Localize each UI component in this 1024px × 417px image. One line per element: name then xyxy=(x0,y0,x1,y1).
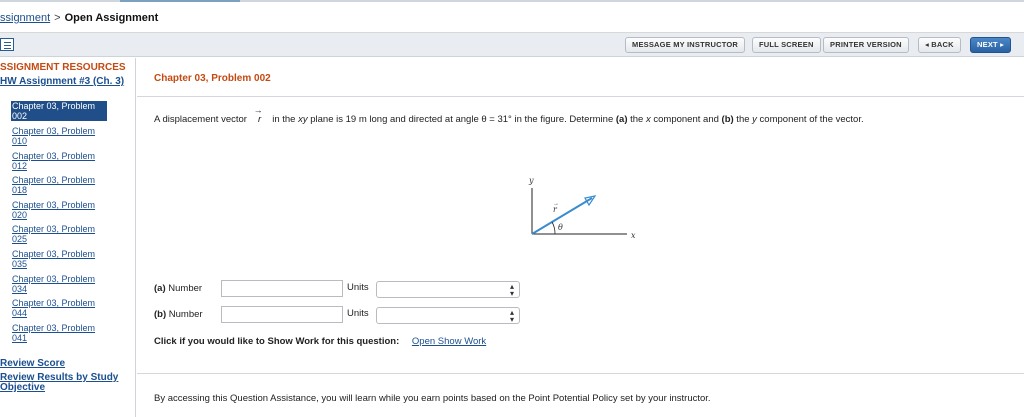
vector-r-symbol: → r xyxy=(253,105,263,125)
question-assistance-text: By accessing this Question Assistance, y… xyxy=(154,393,711,404)
answer-b-number-input[interactable] xyxy=(221,306,343,323)
problem-link-012[interactable]: Chapter 03, Problem 012 xyxy=(12,151,108,171)
assignment-link[interactable]: HW Assignment #3 (Ch. 3) xyxy=(0,77,134,87)
title-divider xyxy=(137,96,1024,97)
full-screen-button[interactable]: FULL SCREEN xyxy=(752,37,821,53)
figure-y-label: y xyxy=(528,176,534,185)
review-results-link[interactable]: Review Results by Study Objective xyxy=(0,373,134,393)
answer-b-label: (b) Number xyxy=(154,309,203,320)
answer-a-label: (a) Number xyxy=(154,283,203,294)
breadcrumb-assignment-link[interactable]: ssignment xyxy=(0,12,50,24)
show-work-prompt: Click if you would like to Show Work for… xyxy=(154,336,400,347)
assignment-toolbar: MESSAGE MY INSTRUCTOR FULL SCREEN PRINTE… xyxy=(0,33,1024,57)
problem-link-002[interactable]: Chapter 03, Problem 002 xyxy=(11,101,107,121)
assignment-resources-sidebar: SSIGNMENT RESOURCES HW Assignment #3 (Ch… xyxy=(0,58,136,417)
breadcrumb: ssignment > Open Assignment xyxy=(0,12,158,24)
back-button[interactable]: ◂ BACK xyxy=(918,37,961,53)
problem-link-044[interactable]: Chapter 03, Problem 044 xyxy=(12,298,108,318)
select-arrows-icon: ▴ ▾ xyxy=(509,282,514,298)
question-text: A displacement vector → r in the xy plane… xyxy=(154,105,864,125)
next-button[interactable]: NEXT ▸ xyxy=(970,37,1012,53)
problem-link-035[interactable]: Chapter 03, Problem 035 xyxy=(12,249,108,269)
show-work-row: Click if you would like to Show Work for… xyxy=(154,336,486,347)
figure-angle-arc xyxy=(551,221,556,235)
open-show-work-link[interactable]: Open Show Work xyxy=(412,336,486,347)
problem-link-018[interactable]: Chapter 03, Problem 018 xyxy=(12,175,108,195)
select-arrows-icon: ▴ ▾ xyxy=(509,308,514,324)
figure-theta-label: θ xyxy=(558,223,563,232)
printer-version-button[interactable]: PRINTER VERSION xyxy=(823,37,909,53)
answer-b-units-select[interactable]: ▴ ▾ xyxy=(376,307,520,324)
answer-a-number-input[interactable] xyxy=(221,280,343,297)
problem-link-041[interactable]: Chapter 03, Problem 041 xyxy=(12,323,108,343)
problem-link-010[interactable]: Chapter 03, Problem 010 xyxy=(12,126,108,146)
top-accent-bar xyxy=(120,0,240,2)
breadcrumb-current: Open Assignment xyxy=(64,12,159,24)
answer-a-units-select[interactable]: ▴ ▾ xyxy=(376,281,520,298)
problem-content: Chapter 03, Problem 002 A displacement v… xyxy=(137,58,1024,417)
menu-icon[interactable] xyxy=(0,38,14,51)
problem-title: Chapter 03, Problem 002 xyxy=(154,73,271,84)
breadcrumb-separator: > xyxy=(54,12,61,24)
problem-link-025[interactable]: Chapter 03, Problem 025 xyxy=(12,224,108,244)
problem-link-034[interactable]: Chapter 03, Problem 034 xyxy=(12,274,108,294)
answer-a-units-label: Units xyxy=(347,282,369,293)
review-score-link[interactable]: Review Score xyxy=(0,359,134,369)
vector-figure: y x r → θ xyxy=(528,176,636,240)
top-bar: ssignment > Open Assignment xyxy=(0,0,1024,33)
answer-b-units-label: Units xyxy=(347,308,369,319)
assistance-divider xyxy=(137,373,1024,374)
problem-link-020[interactable]: Chapter 03, Problem 020 xyxy=(12,200,108,220)
figure-vector-arrowhead xyxy=(584,195,597,207)
figure-r-arrow: → xyxy=(553,201,559,207)
resources-heading: SSIGNMENT RESOURCES xyxy=(0,62,126,73)
message-instructor-button[interactable]: MESSAGE MY INSTRUCTOR xyxy=(625,37,746,53)
figure-x-label: x xyxy=(631,231,636,240)
